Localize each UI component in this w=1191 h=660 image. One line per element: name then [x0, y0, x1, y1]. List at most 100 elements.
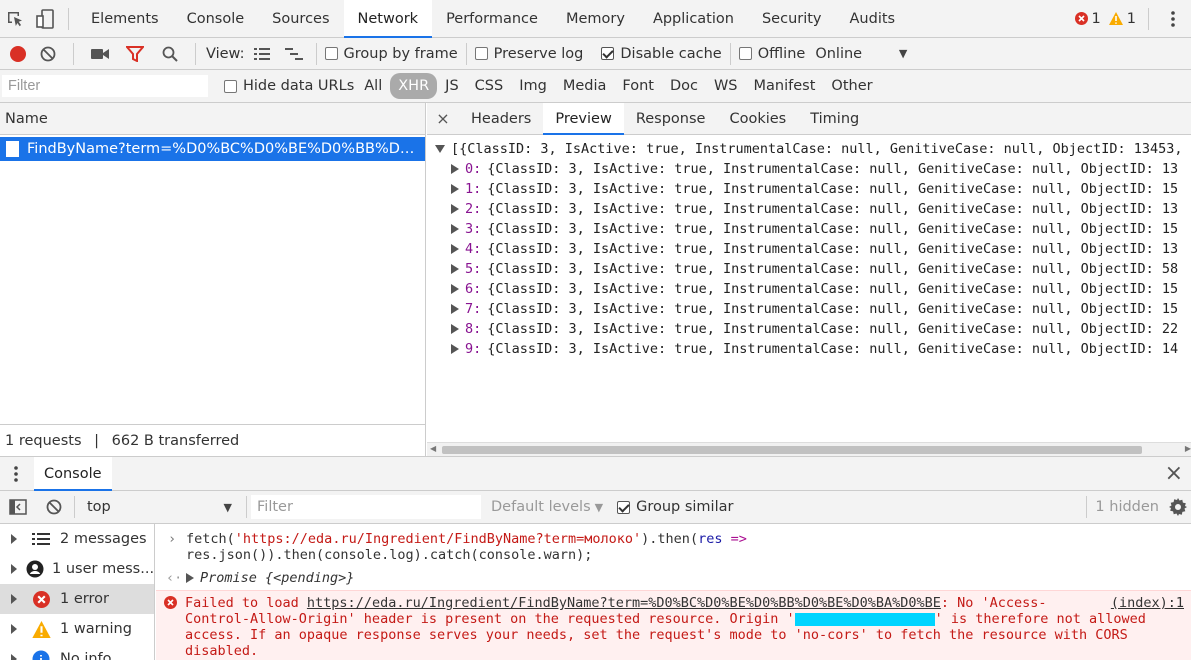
filter-type-xhr[interactable]: XHR: [390, 73, 438, 99]
tab-sources[interactable]: Sources: [258, 0, 343, 38]
tab-elements[interactable]: Elements: [77, 0, 173, 38]
search-icon[interactable]: [152, 38, 187, 70]
filter-icon[interactable]: [117, 38, 152, 70]
console-input-entry[interactable]: › fetch('https://eda.ru/Ingredient/FindB…: [156, 531, 1191, 547]
checkbox-box[interactable]: [224, 79, 237, 93]
device-toolbar-icon[interactable]: [30, 0, 60, 38]
sidebar-item-no-info[interactable]: No info: [0, 644, 154, 660]
tab-preview[interactable]: Preview: [543, 102, 624, 135]
tab-headers[interactable]: Headers: [459, 103, 543, 135]
expand-arrow-icon[interactable]: [435, 145, 445, 153]
request-row[interactable]: FindByName?term=%D0%BC%D0%BE%D0%BB%D0%BE…: [0, 137, 425, 161]
filter-input[interactable]: Filter: [2, 75, 208, 97]
checkbox-box[interactable]: [324, 47, 338, 60]
filter-type-all[interactable]: All: [356, 73, 390, 99]
filter-type-other[interactable]: Other: [823, 73, 880, 99]
tab-response[interactable]: Response: [624, 103, 718, 135]
sidebar-item-1-error[interactable]: 1 error: [0, 584, 154, 614]
json-array-item[interactable]: 2: {ClassID: 3, IsActive: true, Instrumen…: [427, 199, 1191, 219]
chevron-right-icon[interactable]: [10, 624, 22, 634]
json-root-row[interactable]: [{ClassID: 3, IsActive: true, Instrument…: [427, 139, 1191, 159]
tab-performance[interactable]: Performance: [432, 0, 552, 38]
group-by-frame-checkbox[interactable]: Group by frame: [324, 46, 458, 62]
json-array-item[interactable]: 7: {ClassID: 3, IsActive: true, Instrumen…: [427, 299, 1191, 319]
name-column-header[interactable]: Name: [0, 103, 425, 135]
error-url-link[interactable]: https://eda.ru/Ingredient/FindByName?ter…: [307, 595, 941, 611]
sidebar-item-1-warning[interactable]: 1 warning: [0, 614, 154, 644]
expand-arrow-icon[interactable]: [451, 264, 459, 274]
scroll-left-icon[interactable]: ◀: [430, 444, 436, 453]
sidebar-item-1-user-mess[interactable]: 1 user mess...: [0, 554, 154, 584]
horizontal-scrollbar[interactable]: ◀ ▶: [427, 442, 1191, 456]
filter-type-media[interactable]: Media: [555, 73, 615, 99]
expand-arrow-icon[interactable]: [451, 204, 459, 214]
large-rows-icon[interactable]: [245, 38, 280, 70]
json-array-item[interactable]: 6: {ClassID: 3, IsActive: true, Instrumen…: [427, 279, 1191, 299]
json-array-item[interactable]: 8: {ClassID: 3, IsActive: true, Instrumen…: [427, 319, 1191, 339]
checkbox-box[interactable]: [738, 47, 752, 60]
expand-arrow-icon[interactable]: [451, 324, 459, 334]
tab-timing[interactable]: Timing: [798, 103, 871, 135]
hide-data-urls-checkbox[interactable]: Hide data URLs: [224, 78, 354, 94]
chevron-right-icon[interactable]: [10, 534, 22, 544]
scroll-right-icon[interactable]: ▶: [1185, 444, 1191, 453]
preserve-log-checkbox[interactable]: Preserve log: [474, 46, 583, 62]
filter-type-css[interactable]: CSS: [467, 73, 512, 99]
expand-arrow-icon[interactable]: [451, 284, 459, 294]
filter-type-manifest[interactable]: Manifest: [746, 73, 824, 99]
json-array-item[interactable]: 3: {ClassID: 3, IsActive: true, Instrumen…: [427, 219, 1191, 239]
disable-cache-checkbox[interactable]: Disable cache: [601, 46, 722, 62]
tab-application[interactable]: Application: [639, 0, 748, 38]
group-similar-checkbox[interactable]: Group similar: [617, 499, 733, 515]
more-options-icon[interactable]: [1161, 10, 1185, 27]
json-array-item[interactable]: 9: {ClassID: 3, IsActive: true, Instrumen…: [427, 339, 1191, 359]
log-levels-select[interactable]: Default levels ▼: [491, 499, 603, 515]
filter-type-img[interactable]: Img: [511, 73, 555, 99]
filter-type-ws[interactable]: WS: [706, 73, 746, 99]
json-array-item[interactable]: 5: {ClassID: 3, IsActive: true, Instrumen…: [427, 259, 1191, 279]
drawer-menu-icon[interactable]: [14, 466, 18, 482]
expand-arrow-icon[interactable]: [451, 304, 459, 314]
checkbox-box-checked[interactable]: [601, 47, 615, 60]
expand-arrow-icon[interactable]: [451, 344, 459, 354]
filter-type-doc[interactable]: Doc: [662, 73, 706, 99]
console-settings-icon[interactable]: [1169, 498, 1187, 516]
clear-icon[interactable]: [30, 38, 65, 70]
expand-arrow-icon[interactable]: [451, 244, 459, 254]
expand-arrow-icon[interactable]: [451, 164, 459, 174]
show-sidebar-icon[interactable]: [0, 499, 36, 515]
tab-network[interactable]: Network: [343, 0, 433, 38]
tab-memory[interactable]: Memory: [552, 0, 639, 38]
tab-console[interactable]: Console: [173, 0, 259, 38]
console-filter-input[interactable]: Filter: [251, 495, 481, 519]
sidebar-item-2-messages[interactable]: 2 messages: [0, 524, 154, 554]
checkbox-box-checked[interactable]: [617, 500, 631, 514]
expand-arrow-icon[interactable]: [451, 184, 459, 194]
expand-arrow-icon[interactable]: [451, 224, 459, 234]
tab-cookies[interactable]: Cookies: [717, 103, 798, 135]
scrollbar-thumb[interactable]: [442, 446, 1142, 454]
throttling-select[interactable]: Online ▼: [815, 46, 907, 62]
chevron-right-icon[interactable]: [10, 564, 18, 574]
chevron-right-icon[interactable]: [10, 594, 22, 604]
chevron-right-icon[interactable]: [10, 654, 22, 660]
record-icon[interactable]: [6, 38, 30, 70]
capture-screenshots-icon[interactable]: [82, 38, 117, 70]
execution-context-select[interactable]: top ▼: [77, 499, 242, 515]
warning-count-badge[interactable]: 1: [1108, 11, 1136, 27]
console-result-entry[interactable]: ‹· Promise {<pending>}: [156, 570, 1191, 586]
tab-security[interactable]: Security: [748, 0, 836, 38]
json-array-item[interactable]: 1: {ClassID: 3, IsActive: true, Instrumen…: [427, 179, 1191, 199]
clear-console-icon[interactable]: [36, 499, 72, 515]
error-count-badge[interactable]: 1: [1074, 11, 1101, 27]
error-source-link[interactable]: (index):1: [1111, 595, 1184, 611]
inspect-element-icon[interactable]: [0, 0, 30, 38]
tab-audits[interactable]: Audits: [836, 0, 910, 38]
close-drawer-icon[interactable]: ×: [1165, 462, 1183, 485]
filter-type-font[interactable]: Font: [614, 73, 662, 99]
waterfall-overview-icon[interactable]: [280, 38, 308, 70]
close-icon[interactable]: ×: [427, 109, 459, 128]
filter-type-js[interactable]: JS: [437, 73, 466, 99]
json-array-item[interactable]: 4: {ClassID: 3, IsActive: true, Instrumen…: [427, 239, 1191, 259]
offline-checkbox[interactable]: Offline: [738, 46, 805, 62]
